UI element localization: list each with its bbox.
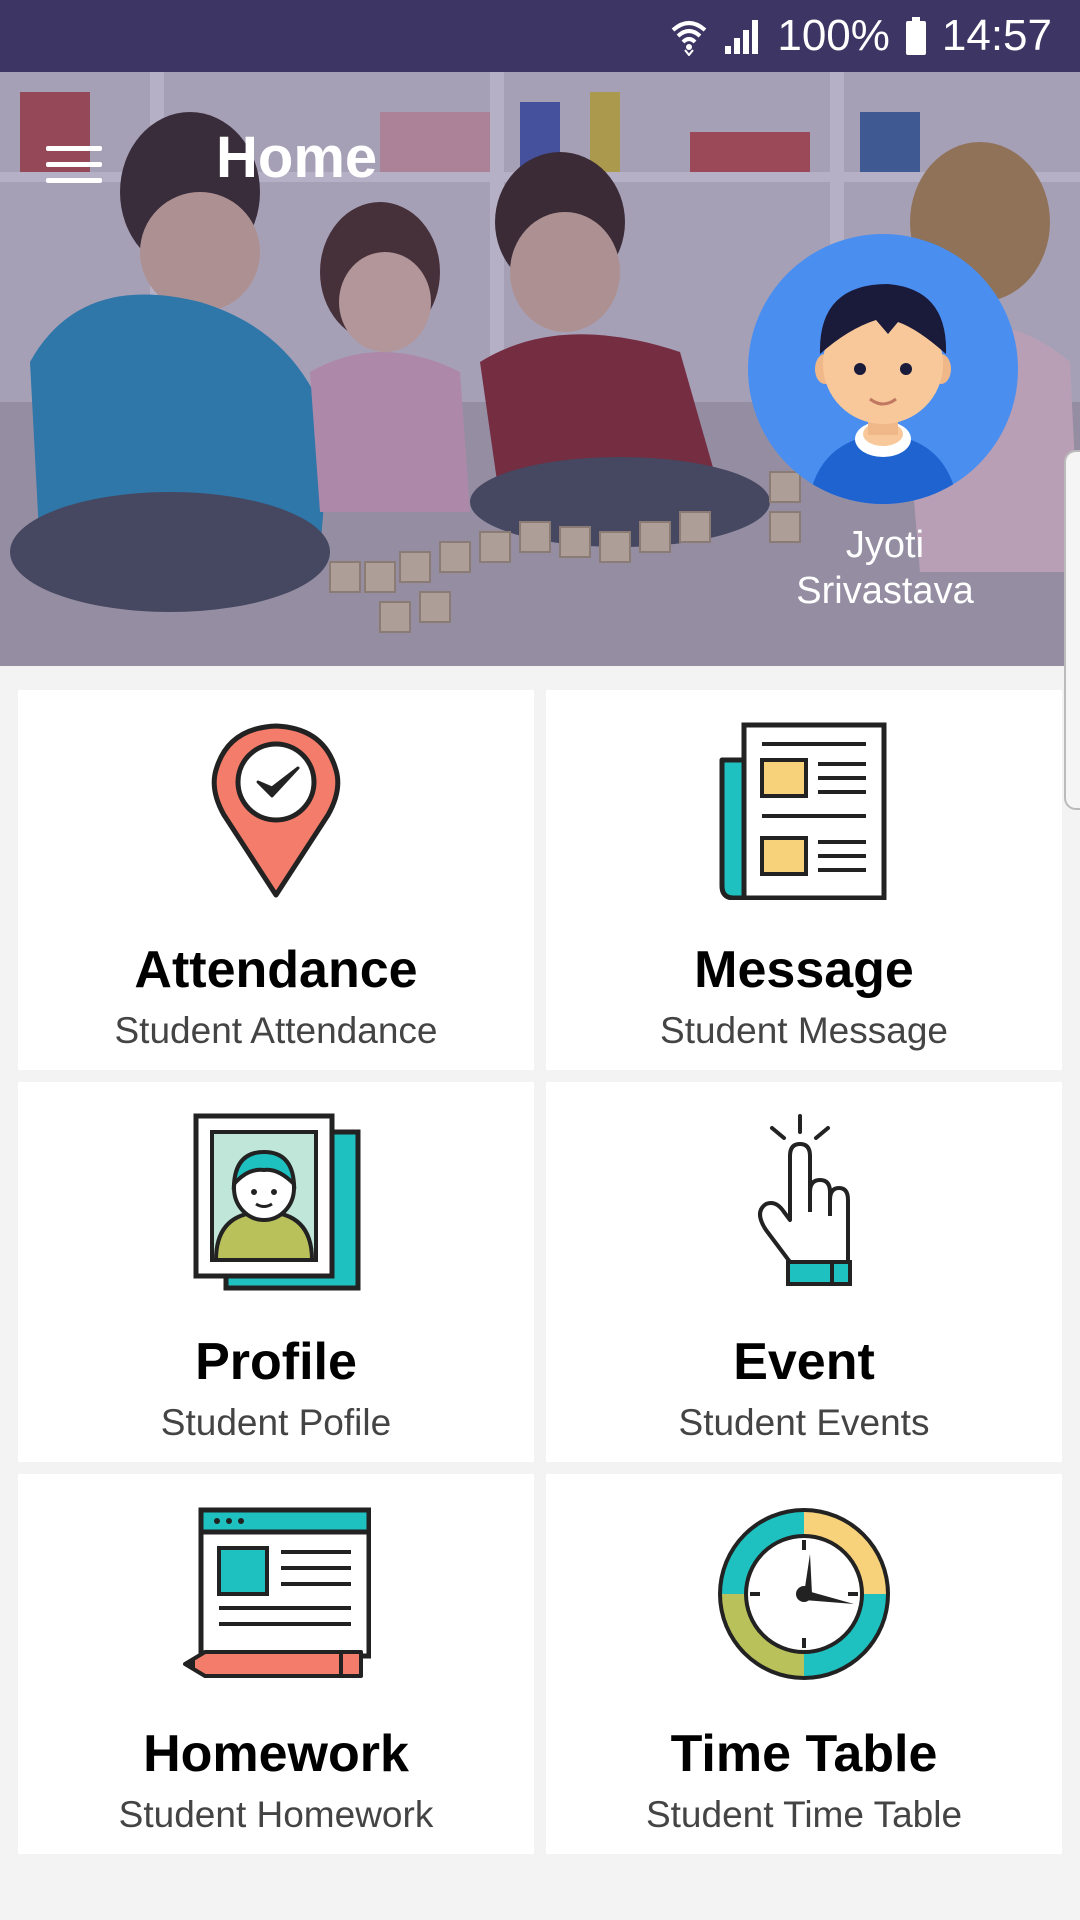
location-check-icon bbox=[206, 720, 346, 905]
card-subtitle: Student Message bbox=[660, 1010, 948, 1051]
wifi-icon bbox=[669, 16, 709, 56]
message-card[interactable]: Message Student Message bbox=[546, 690, 1062, 1070]
card-title: Profile bbox=[195, 1333, 357, 1391]
document-pencil-icon bbox=[181, 1504, 372, 1689]
user-name: Jyoti Srivastava bbox=[796, 524, 974, 612]
menu-grid: Attendance Student Attendance Message St… bbox=[18, 690, 1062, 1854]
side-scroll-handle[interactable] bbox=[1064, 450, 1080, 810]
hero-banner: Home Jyoti Srivastava bbox=[0, 72, 1080, 666]
newspaper-icon bbox=[714, 720, 894, 905]
card-subtitle: Student Time Table bbox=[645, 1794, 963, 1835]
card-subtitle: Student Attendance bbox=[114, 1010, 438, 1051]
event-card[interactable]: Event Student Events bbox=[546, 1082, 1062, 1462]
photo-portrait-icon bbox=[186, 1112, 366, 1297]
card-subtitle: Student Homework bbox=[118, 1794, 434, 1835]
battery-percent: 100% bbox=[777, 11, 890, 60]
homework-card[interactable]: Homework Student Homework bbox=[18, 1474, 534, 1854]
card-subtitle: Student Pofile bbox=[160, 1402, 392, 1443]
signal-icon bbox=[723, 16, 763, 56]
card-subtitle: Student Events bbox=[678, 1402, 930, 1443]
card-title: Homework bbox=[143, 1725, 409, 1783]
status-bar: 100% 14:57 bbox=[0, 0, 1080, 72]
attendance-card[interactable]: Attendance Student Attendance bbox=[18, 690, 534, 1070]
hand-tap-icon bbox=[744, 1112, 864, 1297]
profile-card[interactable]: Profile Student Pofile bbox=[18, 1082, 534, 1462]
boy-avatar-icon[interactable] bbox=[748, 234, 1018, 504]
card-title: Attendance bbox=[134, 941, 418, 999]
timetable-card[interactable]: Time Table Student Time Table bbox=[546, 1474, 1062, 1854]
clock-icon bbox=[714, 1504, 894, 1689]
battery-icon bbox=[904, 16, 928, 56]
card-title: Message bbox=[694, 941, 914, 999]
clock-time: 14:57 bbox=[941, 11, 1052, 60]
card-title: Time Table bbox=[670, 1725, 938, 1783]
card-title: Event bbox=[733, 1333, 875, 1391]
page-title: Home bbox=[216, 125, 378, 190]
hamburger-menu-icon[interactable] bbox=[46, 134, 118, 194]
